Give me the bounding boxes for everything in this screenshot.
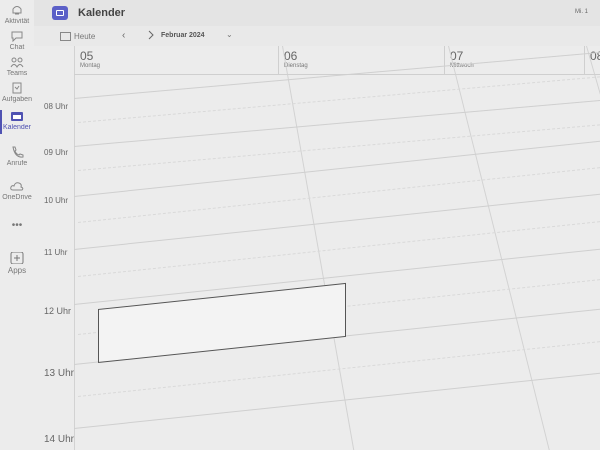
rail-label: Anrufe (6, 160, 28, 167)
half-hour-line (78, 124, 600, 171)
hour-label: 14 Uhr (44, 434, 75, 445)
hour-line (74, 140, 600, 197)
rail-label: Apps (7, 266, 27, 275)
calendar-app-icon (52, 6, 68, 20)
rail-item-chat[interactable]: Chat (0, 30, 34, 51)
more-icon: ••• (11, 220, 23, 231)
calendar-toolbar: Heute ‹ Februar 2024 ⌄ (34, 26, 600, 46)
title-bar: Kalender Mi. 1 (34, 0, 600, 27)
chevron-down-icon[interactable]: ⌄ (226, 30, 233, 39)
rail-item-calendar[interactable]: Kalender (0, 110, 34, 134)
rail-label: Aktivität (4, 18, 30, 25)
rail-item-more[interactable]: ••• (0, 220, 34, 231)
hour-line (74, 193, 600, 250)
selected-time-slot[interactable] (98, 282, 346, 363)
prev-week-button[interactable]: ‹ (122, 30, 125, 41)
day-number: 05 (80, 49, 94, 63)
hour-label: 13 Uhr (44, 368, 75, 379)
hour-line (74, 372, 600, 429)
half-hour-line (78, 221, 600, 277)
half-hour-line (78, 76, 600, 123)
rail-label: Kalender (2, 124, 32, 131)
phone-icon (12, 146, 24, 158)
chat-icon (11, 31, 23, 42)
rail-item-apps[interactable]: Apps (0, 252, 34, 275)
rail-item-calls[interactable]: Anrufe (0, 146, 34, 167)
calendar-icon (11, 112, 23, 121)
tasks-icon (12, 82, 22, 94)
chevron-right-icon (148, 30, 154, 40)
rail-label: Teams (6, 70, 28, 77)
meeting-now-button[interactable]: Mi. 1 (575, 9, 588, 15)
hour-label: 11 Uhr (44, 248, 68, 257)
half-hour-line (78, 167, 600, 223)
rail-label: Aufgaben (2, 96, 32, 103)
rail-item-onedrive[interactable]: OneDrive (0, 180, 34, 201)
day-number: 06 (284, 49, 298, 63)
hour-label: 08 Uhr (44, 102, 69, 111)
hour-line (74, 99, 600, 147)
hour-label: 10 Uhr (44, 196, 69, 205)
page-title: Kalender (78, 7, 126, 19)
week-grid[interactable]: 05 Montag 06 Dienstag 07 Mittwoch 08 08 … (34, 46, 600, 450)
rail-label: Chat (9, 44, 25, 51)
app-rail: Aktivität Chat Teams Aufgaben Kalender A… (0, 0, 35, 450)
teams-icon (10, 57, 24, 68)
today-icon (60, 32, 71, 41)
hour-label: 12 Uhr (44, 306, 72, 316)
rail-label: OneDrive (2, 194, 32, 201)
rail-item-activity[interactable]: Aktivität (0, 4, 34, 25)
add-apps-icon (10, 252, 24, 264)
today-button[interactable]: Heute (74, 32, 95, 41)
day-header[interactable]: 05 Montag (74, 46, 270, 74)
day-name: Montag (80, 63, 101, 69)
day-header[interactable]: 06 Dienstag (278, 46, 444, 74)
month-picker[interactable]: Februar 2024 (161, 32, 205, 39)
rail-item-teams[interactable]: Teams (0, 56, 34, 77)
cloud-icon (10, 182, 24, 191)
next-week-button[interactable] (146, 30, 156, 43)
hour-label: 09 Uhr (44, 148, 69, 157)
rail-item-tasks[interactable]: Aufgaben (0, 82, 34, 103)
bell-icon (12, 6, 22, 15)
